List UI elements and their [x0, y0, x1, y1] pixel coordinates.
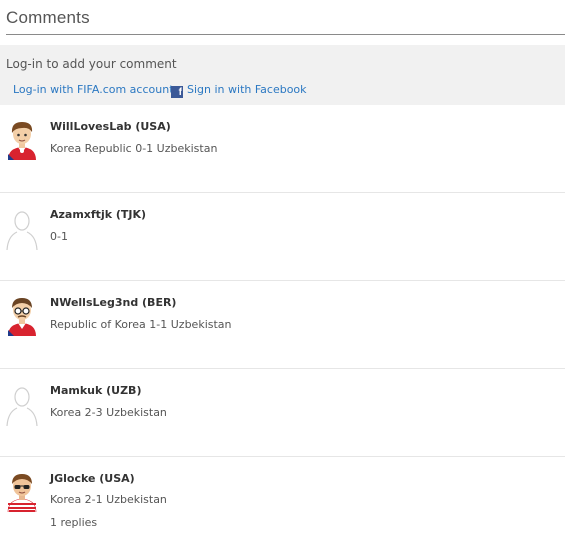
- comment-text: Korea Republic 0-1 Uzbekistan: [50, 142, 218, 155]
- comment-item: WillLovesLab (USA) Korea Republic 0-1 Uz…: [0, 105, 565, 193]
- comment-item: JGlocke (USA) Korea 2-1 Uzbekistan 1 rep…: [0, 457, 565, 557]
- comment-author[interactable]: Azamxftjk (TJK): [50, 208, 146, 221]
- comments-title: Comments: [6, 8, 90, 27]
- comment-item: Azamxftjk (TJK) 0-1: [0, 193, 565, 281]
- facebook-signin-label: Sign in with Facebook: [187, 83, 307, 96]
- comment-author[interactable]: NWellsLeg3nd (BER): [50, 296, 176, 309]
- replies-link[interactable]: 1 replies: [50, 516, 97, 529]
- avatar-sunglasses-striped-shirt-icon: [7, 474, 37, 512]
- comment-author[interactable]: WillLovesLab (USA): [50, 120, 171, 133]
- login-prompt: Log-in to add your comment: [6, 57, 177, 71]
- comments-header: Comments: [6, 0, 565, 35]
- facebook-signin-link[interactable]: f Sign in with Facebook: [171, 83, 307, 98]
- avatar-placeholder-outline-icon: [6, 387, 38, 426]
- comment-text: Republic of Korea 1-1 Uzbekistan: [50, 318, 232, 331]
- fifa-login-link[interactable]: Log-in with FIFA.com account: [13, 83, 174, 96]
- comment-item: Mamkuk (UZB) Korea 2-3 Uzbekistan: [0, 369, 565, 457]
- comment-text: 0-1: [50, 230, 68, 243]
- avatar-placeholder-outline-icon: [6, 211, 38, 250]
- comment-list: WillLovesLab (USA) Korea Republic 0-1 Uz…: [0, 105, 565, 557]
- login-box: Log-in to add your comment Log-in with F…: [0, 45, 565, 105]
- comment-item: NWellsLeg3nd (BER) Republic of Korea 1-1…: [0, 281, 565, 369]
- comment-text: Korea 2-3 Uzbekistan: [50, 406, 167, 419]
- facebook-icon: f: [171, 86, 183, 98]
- comment-author[interactable]: JGlocke (USA): [50, 472, 135, 485]
- avatar-glasses-red-shirt-icon: [8, 298, 36, 336]
- comment-author[interactable]: Mamkuk (UZB): [50, 384, 141, 397]
- comment-text: Korea 2-1 Uzbekistan: [50, 493, 167, 506]
- avatar-brown-hair-red-shirt-icon: [8, 122, 36, 160]
